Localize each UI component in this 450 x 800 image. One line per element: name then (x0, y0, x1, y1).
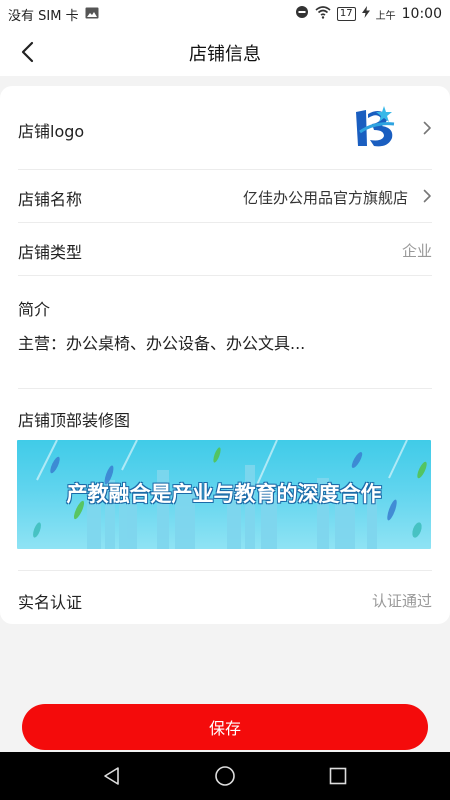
store-type-row: 店铺类型 企业 (18, 223, 432, 276)
store-name-value: 亿佳办公用品官方旗舰店 (242, 189, 408, 207)
store-logo-label: 店铺logo (18, 122, 85, 141)
real-name-auth-status: 认证通过 (371, 592, 432, 610)
do-not-disturb-icon (295, 5, 309, 23)
real-name-auth-row: 实名认证 认证通过 (18, 571, 432, 624)
recents-square-icon[interactable] (325, 764, 351, 788)
save-button[interactable]: 保存 (22, 704, 428, 750)
chevron-right-icon (423, 188, 432, 207)
store-type-value: 企业 (401, 242, 432, 260)
battery-indicator: 17 (336, 7, 356, 21)
store-intro-label: 简介 (18, 300, 51, 319)
status-bar: 没有 SIM 卡 17 上午 10:00 (0, 0, 450, 28)
store-banner-row: 店铺顶部装修图 产教融合是产业与教育的深度合作 (17, 389, 432, 571)
store-type-label: 店铺类型 (18, 243, 83, 262)
banner-text: 产教融合是产业与教育的深度合作 (66, 482, 382, 506)
sim-status: 没有 SIM 卡 (8, 9, 79, 24)
system-nav-bar (0, 752, 450, 800)
status-right: 17 上午 10:00 (295, 5, 442, 23)
clock-ampm: 上午 (375, 10, 396, 22)
nav-bar: 店铺信息 (0, 28, 450, 76)
real-name-auth-label: 实名认证 (18, 593, 83, 612)
clock-time: 10:00 (401, 6, 442, 22)
home-circle-icon[interactable] (212, 764, 238, 788)
store-info-card: 店铺logo 店铺名称 亿佳办公用品官方旗舰店 店铺类型 企业 简介 主营：办公… (0, 86, 450, 624)
back-triangle-icon[interactable] (99, 764, 125, 788)
store-intro-text[interactable]: 主营：办公桌椅、办公设备、办公文具... (18, 330, 305, 354)
charging-icon (361, 6, 370, 22)
chevron-right-icon (423, 120, 432, 139)
page-title: 店铺信息 (189, 44, 261, 65)
store-intro-row[interactable]: 简介 主营：办公桌椅、办公设备、办公文具... (18, 276, 432, 389)
store-logo-row[interactable]: 店铺logo (18, 86, 432, 170)
store-logo-image[interactable] (354, 102, 408, 152)
store-banner-label: 店铺顶部装修图 (18, 411, 131, 430)
store-name-row[interactable]: 店铺名称 亿佳办公用品官方旗舰店 (18, 170, 432, 223)
store-name-label: 店铺名称 (18, 190, 83, 209)
store-banner-image[interactable]: 产教融合是产业与教育的深度合作 (17, 440, 431, 549)
status-left: 没有 SIM 卡 (8, 5, 99, 24)
image-icon (85, 7, 99, 23)
wifi-icon (315, 5, 331, 23)
